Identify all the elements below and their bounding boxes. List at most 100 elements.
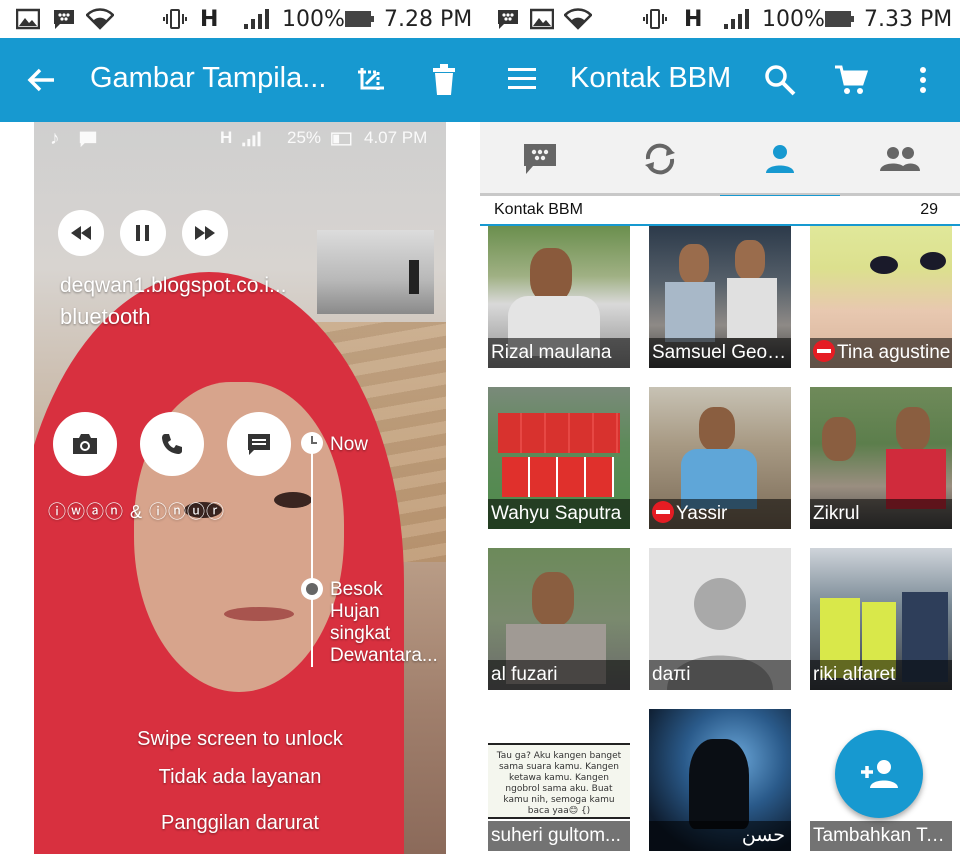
person-shape bbox=[896, 407, 930, 451]
busy-status-icon bbox=[813, 340, 835, 362]
back-arrow-icon[interactable] bbox=[26, 66, 56, 94]
quote-text: Tau ga? Aku kangen banget sama suara kam… bbox=[488, 743, 630, 819]
music-icon: ♪ bbox=[50, 128, 60, 149]
contact-card[interactable]: Wahyu Saputra bbox=[488, 387, 630, 529]
mouth bbox=[224, 607, 294, 621]
silhouette-shape bbox=[689, 739, 749, 829]
person-shape bbox=[530, 248, 572, 302]
signal-icon bbox=[244, 9, 269, 29]
menu-icon[interactable] bbox=[508, 68, 536, 90]
left-screenshot: H 100% 7.28 PM Gambar Tampila... ♪ H 25%… bbox=[0, 0, 480, 854]
person-shape bbox=[679, 244, 709, 284]
tab-groups[interactable] bbox=[840, 122, 960, 196]
cart-icon[interactable] bbox=[834, 64, 868, 96]
timeline-line bbox=[311, 442, 313, 667]
bbm-notification-icon bbox=[498, 10, 518, 29]
contact-name: daπi bbox=[649, 660, 791, 690]
app-bar: Gambar Tampila... bbox=[0, 38, 480, 122]
contact-card[interactable]: Samsuel Geouni... bbox=[649, 226, 791, 368]
message-icon bbox=[248, 434, 270, 455]
emergency-call-link[interactable]: Panggilan darurat bbox=[34, 812, 446, 835]
contacts-header-label: Kontak BBM bbox=[494, 201, 583, 218]
pause-button[interactable] bbox=[120, 210, 166, 256]
contact-name: Wahyu Saputra bbox=[488, 499, 630, 529]
lockscreen-image: ♪ H 25% 4.07 PM deqwan1.blogspot.co.i...… bbox=[34, 122, 446, 854]
network-type: H bbox=[684, 7, 703, 32]
lockscreen-status-bar: ♪ H 25% 4.07 PM bbox=[34, 128, 446, 152]
silhouette bbox=[409, 260, 419, 294]
album-art-thumbnail bbox=[317, 230, 434, 314]
contact-card[interactable]: Yassir bbox=[649, 387, 791, 529]
contact-card[interactable]: حسن bbox=[649, 709, 791, 851]
no-service-text: Tidak ada layanan bbox=[158, 766, 322, 788]
tab-contacts[interactable] bbox=[720, 122, 840, 199]
phone-icon bbox=[162, 434, 182, 454]
contact-name: riki alfaret bbox=[810, 660, 952, 690]
wifi-icon bbox=[564, 8, 592, 30]
signal-icon bbox=[724, 9, 749, 29]
contact-name-text: Yassir bbox=[676, 503, 728, 524]
chats-icon bbox=[524, 144, 556, 174]
contact-card[interactable]: Tina agustine bbox=[810, 226, 952, 368]
app-bar: Kontak BBM bbox=[480, 38, 960, 122]
search-icon[interactable] bbox=[764, 64, 796, 96]
team-shape bbox=[498, 413, 620, 453]
gallery-notification-icon bbox=[530, 8, 554, 30]
wifi-icon bbox=[86, 8, 114, 30]
more-options-icon[interactable] bbox=[918, 66, 928, 94]
now-label: Now bbox=[330, 434, 369, 455]
owner-info: ⓘⓦⓐⓝ & ⓘⓝⓤⓡ bbox=[48, 502, 226, 522]
fast-forward-button[interactable] bbox=[182, 210, 228, 256]
bbm-notification-icon bbox=[54, 10, 74, 29]
contact-card[interactable]: Tau ga? Aku kangen banget sama suara kam… bbox=[488, 709, 630, 851]
status-bar: H 100% 7.33 PM bbox=[480, 0, 960, 38]
edit-image-icon[interactable] bbox=[356, 64, 388, 96]
contact-name: Yassir bbox=[649, 499, 791, 529]
contact-card[interactable]: riki alfaret bbox=[810, 548, 952, 690]
battery-icon bbox=[345, 11, 374, 27]
contacts-header: Kontak BBM 29 bbox=[480, 196, 960, 226]
gallery-notification-icon bbox=[16, 8, 40, 30]
add-contact-button[interactable] bbox=[835, 730, 923, 818]
contact-card[interactable]: Zikrul bbox=[810, 387, 952, 529]
rewind-icon bbox=[71, 226, 91, 240]
right-screenshot: H 100% 7.33 PM Kontak BBM Kontak BBM 29 bbox=[480, 0, 960, 854]
contact-name: Tina agustine bbox=[810, 338, 952, 368]
tab-chats[interactable] bbox=[480, 122, 600, 196]
lock-battery-percent: 25% bbox=[287, 128, 322, 147]
pause-icon bbox=[136, 225, 149, 241]
tab-updates[interactable] bbox=[600, 122, 720, 196]
add-person-icon bbox=[861, 760, 898, 788]
event-line-1: Hujan bbox=[330, 601, 380, 622]
shirt-shape bbox=[665, 282, 715, 342]
event-title: Besok bbox=[330, 579, 383, 600]
page-title: Gambar Tampila... bbox=[90, 62, 327, 94]
battery-icon bbox=[825, 11, 854, 27]
clock-icon bbox=[301, 432, 323, 454]
swipe-hint: Swipe screen to unlock bbox=[137, 728, 343, 750]
bbm-icon bbox=[79, 131, 97, 148]
contact-name: Zikrul bbox=[810, 499, 952, 529]
person-shape bbox=[699, 407, 735, 451]
contact-card[interactable]: al fuzari bbox=[488, 548, 630, 690]
contact-card[interactable]: daπi bbox=[649, 548, 791, 690]
phone-shortcut-button[interactable] bbox=[140, 412, 204, 476]
media-subtitle: bluetooth bbox=[60, 304, 151, 329]
contact-card[interactable]: Rizal maulana bbox=[488, 226, 630, 368]
shirt-shape bbox=[727, 278, 777, 338]
delete-icon[interactable] bbox=[432, 64, 456, 96]
camera-shortcut-button[interactable] bbox=[53, 412, 117, 476]
contact-name: Tambahkan Te... bbox=[810, 821, 952, 851]
event-icon bbox=[301, 578, 323, 600]
page-title: Kontak BBM bbox=[570, 62, 732, 94]
event-line-2: singkat bbox=[330, 623, 391, 644]
vibrate-icon bbox=[163, 9, 187, 29]
rewind-button[interactable] bbox=[58, 210, 104, 256]
person-shape bbox=[822, 417, 856, 461]
contact-name: حسن bbox=[649, 821, 791, 851]
fast-forward-icon bbox=[195, 226, 215, 240]
message-shortcut-button[interactable] bbox=[227, 412, 291, 476]
contact-name: al fuzari bbox=[488, 660, 630, 690]
media-title: deqwan1.blogspot.co.i... bbox=[60, 274, 287, 297]
person-shape bbox=[532, 572, 574, 626]
